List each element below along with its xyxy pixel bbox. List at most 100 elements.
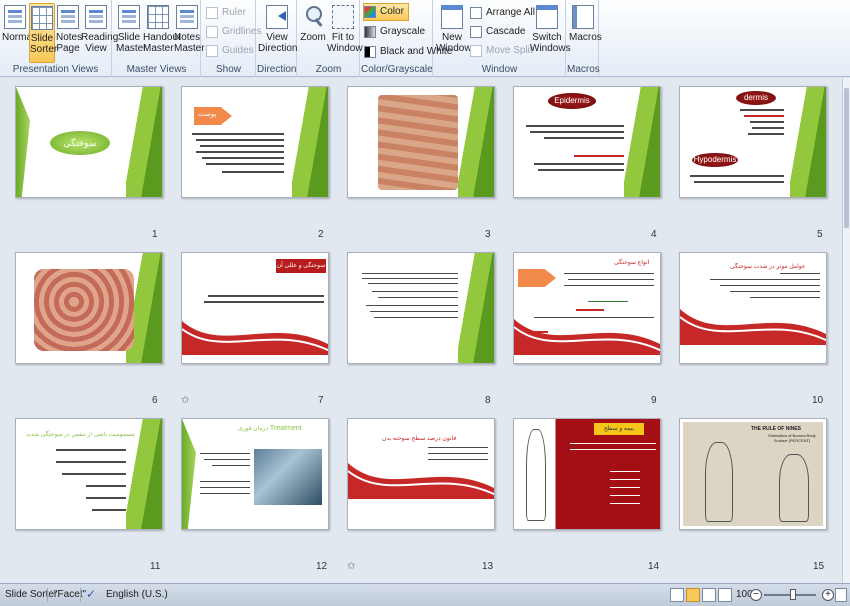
zoom-button[interactable]: Zoom: [300, 3, 326, 63]
slide-thumbnail-12[interactable]: درمان فوری Treatment: [181, 418, 329, 530]
slide-thumbnail-15[interactable]: THE RULE OF NINES Estimation of Burned B…: [679, 418, 827, 530]
normal-view-icon: [4, 5, 26, 29]
text-line: [208, 295, 324, 297]
slide-thumbnail-11[interactable]: مسمومیت ناشی از تنفس در سوختگی شدید: [15, 418, 163, 530]
reading-view-button[interactable]: [702, 588, 716, 602]
text-line: [750, 121, 784, 123]
slide-thumbnail-1[interactable]: سوختگی: [15, 86, 163, 198]
text-line: [576, 309, 604, 311]
slide-sorter-button[interactable]: Slide Sorter: [29, 3, 57, 63]
slideshow-view-button[interactable]: [718, 588, 732, 602]
reading-view-button[interactable]: Reading View: [81, 3, 118, 63]
grayscale-button[interactable]: Grayscale: [364, 23, 425, 41]
group-color-grayscale: Color Grayscale Black and White Color/Gr…: [361, 0, 452, 77]
red-wave-decoration: [182, 321, 328, 355]
text-line: [740, 109, 784, 111]
cascade-button[interactable]: Cascade: [470, 23, 525, 41]
normal-view-button[interactable]: [670, 588, 684, 602]
slide-number: 11: [150, 561, 161, 572]
text-line: [744, 115, 784, 117]
vertical-scrollbar[interactable]: [842, 78, 850, 583]
text-line: [574, 155, 624, 157]
view-direction-button[interactable]: View Direction: [258, 3, 297, 63]
fit-to-window-button[interactable]: Fit to Window: [327, 3, 363, 63]
slide-number: 3: [485, 229, 491, 240]
group-direction: View Direction Direction: [257, 0, 297, 77]
animation-star-icon: ✩: [347, 561, 356, 572]
separator: [47, 588, 48, 602]
text-line: [200, 481, 250, 482]
slide-thumbnail-10[interactable]: عوامل موثر در شدت سوختگی: [679, 252, 827, 364]
slide-number: 15: [813, 561, 825, 572]
slide-thumbnail-13[interactable]: قانون درصد سطح سوخته بدن: [347, 418, 495, 530]
animation-star-icon: ✩: [181, 395, 190, 406]
slide-thumbnail-3[interactable]: [347, 86, 495, 198]
move-split-button[interactable]: Move Split: [470, 42, 533, 60]
language-indicator[interactable]: English (U.S.): [106, 589, 168, 600]
fit-slide-to-window-icon[interactable]: [835, 588, 847, 602]
notes-page-button[interactable]: Notes Page: [56, 3, 82, 63]
spell-check-icon[interactable]: ✓: [86, 587, 96, 601]
slide-thumbnail-14[interactable]: بیمه و سطح سوختگی: [513, 418, 661, 530]
handout-master-button[interactable]: Handout Master: [143, 3, 181, 63]
theme-name[interactable]: "Facet": [54, 589, 86, 600]
text-line: [92, 509, 126, 511]
macros-icon: [572, 5, 594, 29]
text-line: [196, 139, 284, 141]
red-wave-decoration: [348, 463, 494, 499]
text-line: [204, 459, 250, 460]
slide-sorter-pane[interactable]: سوختگی 1 پوست 2 3 Epidermis 4 dermis Hyp…: [0, 78, 842, 583]
slide-number: 13: [482, 561, 494, 572]
slide-master-button[interactable]: Slide Master: [116, 3, 147, 63]
group-label: Zoom: [315, 64, 342, 75]
zoom-in-icon[interactable]: +: [822, 589, 834, 601]
text-line: [86, 485, 126, 487]
group-label: Master Views: [126, 64, 187, 75]
text-line: [202, 157, 284, 159]
slide-number: 12: [316, 561, 328, 572]
slide-thumbnail-4[interactable]: Epidermis: [513, 86, 661, 198]
green-accent: [16, 87, 30, 197]
macros-button[interactable]: Macros: [569, 3, 602, 63]
slide-number: 10: [812, 395, 824, 406]
notes-page-icon: [57, 5, 79, 29]
text-line: [372, 291, 458, 292]
switch-windows-icon: [536, 5, 558, 29]
body-figure: [526, 429, 546, 521]
ruler-checkbox[interactable]: Ruler: [206, 4, 246, 22]
text-line: [610, 495, 640, 496]
group-label: Color/Grayscale: [361, 64, 433, 75]
text-line: [610, 479, 640, 480]
arrange-all-button[interactable]: Arrange All: [470, 4, 535, 22]
slide-thumbnail-8[interactable]: [347, 252, 495, 364]
slide-sorter-view-button[interactable]: [686, 588, 700, 602]
gridlines-checkbox[interactable]: Gridlines: [206, 23, 261, 41]
text-line: [610, 503, 640, 504]
slide-thumbnail-9[interactable]: انواع سوختگی: [513, 252, 661, 364]
slide-thumbnail-6[interactable]: [15, 252, 163, 364]
group-window: New Window Arrange All Cascade Move Spli…: [434, 0, 571, 77]
group-label: Presentation Views: [12, 64, 99, 75]
notes-master-icon: [176, 5, 198, 29]
green-accent: [458, 87, 494, 197]
notes-master-button[interactable]: Notes Master: [174, 3, 205, 63]
slide-thumbnail-5[interactable]: dermis Hypodermis: [679, 86, 827, 198]
color-button[interactable]: Color: [363, 3, 409, 21]
slide-thumbnail-2[interactable]: پوست: [181, 86, 329, 198]
scrollbar-thumb[interactable]: [844, 88, 849, 228]
text-line: [750, 297, 820, 298]
new-window-button[interactable]: New Window: [436, 3, 472, 63]
switch-windows-button[interactable]: Switch Windows: [530, 3, 571, 63]
normal-button[interactable]: Normal: [2, 3, 34, 63]
slide-master-icon: [118, 5, 140, 29]
zoom-slider-knob[interactable]: [790, 589, 796, 600]
slide-thumbnail-7[interactable]: سوختگی و عللی آن: [181, 252, 329, 364]
text-line: [56, 449, 126, 451]
zoom-out-icon[interactable]: −: [750, 589, 762, 601]
text-line: [752, 127, 784, 129]
slide-title: Epidermis: [548, 93, 596, 109]
slide-title: dermis: [736, 91, 776, 105]
text-line: [200, 493, 250, 494]
guides-checkbox[interactable]: Guides: [206, 42, 254, 60]
slide-number: 5: [817, 229, 823, 240]
